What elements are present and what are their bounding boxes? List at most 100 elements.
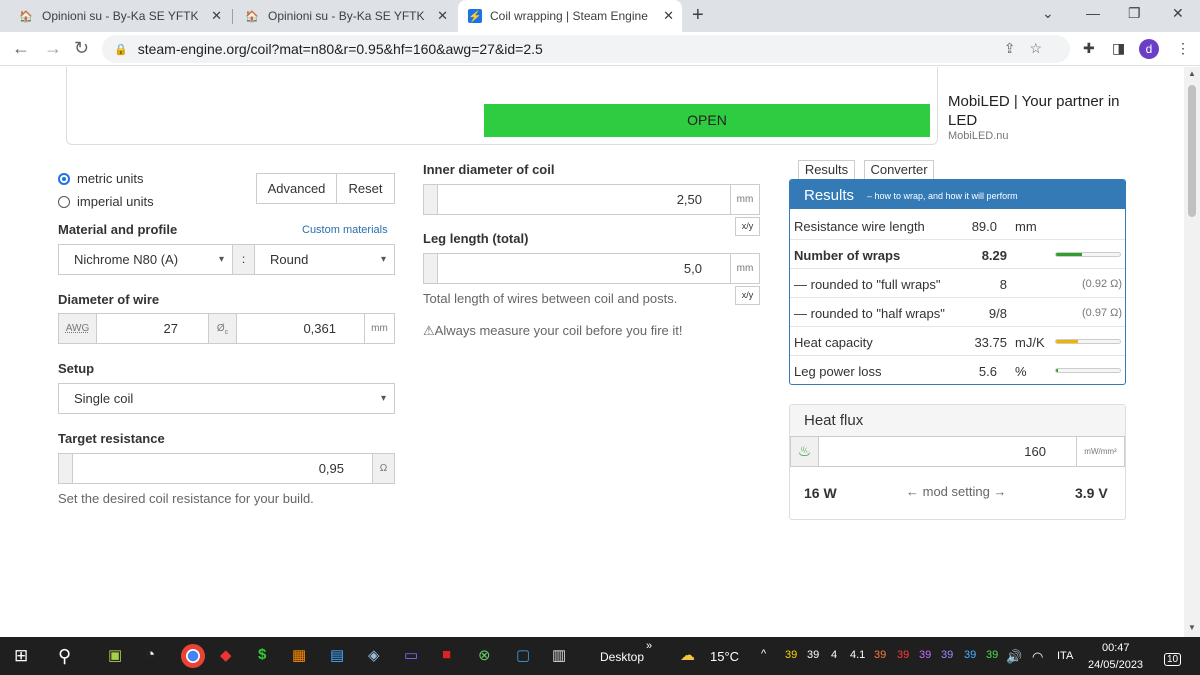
wire-diameter-input[interactable]: 0,361	[236, 313, 365, 344]
advanced-button[interactable]: Advanced	[256, 173, 337, 204]
close-tab-icon[interactable]: ✕	[211, 8, 222, 24]
target-slider-handle[interactable]	[58, 453, 73, 484]
lock-icon: 🔒	[114, 43, 128, 56]
speedometer-icon[interactable]: ◔	[146, 646, 155, 663]
setup-heading: Setup	[58, 361, 95, 376]
maximize-icon[interactable]: ❐	[1128, 5, 1141, 22]
imperial-units-label[interactable]: imperial units	[77, 194, 154, 209]
tray-num[interactable]: 39	[986, 649, 998, 661]
warning-text: Always measure your coil before you fire…	[434, 323, 683, 338]
windows-start-icon[interactable]: ⊞	[14, 646, 28, 666]
close-tab-icon[interactable]: ✕	[663, 8, 674, 24]
tray-num[interactable]: 4	[831, 649, 837, 661]
window-app-icon[interactable]: ▢	[516, 646, 530, 664]
awg-input[interactable]: 27	[96, 313, 209, 344]
close-tab-icon[interactable]: ✕	[437, 8, 448, 24]
tab-search-icon[interactable]: ⌄	[1042, 5, 1054, 22]
leg-length-ratio-button[interactable]: x/y	[735, 286, 760, 305]
side-panel-icon[interactable]: ◨	[1112, 40, 1125, 57]
wifi-icon[interactable]: ◠	[1032, 649, 1043, 665]
browser-tab-3-active[interactable]: ⚡ Coil wrapping | Steam Engine | fre ✕	[458, 0, 682, 32]
profile-avatar[interactable]: d	[1139, 39, 1159, 59]
material-select[interactable]: Nichrome N80 (A) ▾	[58, 244, 233, 275]
inner-diameter-unit: mm	[730, 184, 760, 215]
scroll-down-icon[interactable]: ▼	[1188, 623, 1196, 632]
clock-time[interactable]: 00:47	[1102, 642, 1130, 654]
share-bookmark-icons[interactable]: ⇪☆	[1004, 40, 1056, 57]
profile-select[interactable]: Round ▾	[254, 244, 395, 275]
browser-tab-2[interactable]: 🏠 Opinioni su - By-Ka SE YFTK E SX ✕	[234, 0, 456, 32]
files-app-icon[interactable]: ▥	[552, 646, 566, 664]
target-resistance-input[interactable]: 0,95	[72, 453, 373, 484]
heat-flux-input[interactable]: 160	[818, 436, 1077, 467]
notification-badge[interactable]: 10	[1164, 653, 1182, 666]
menu-kebab-icon[interactable]: ⋮	[1176, 40, 1190, 57]
imperial-units-radio[interactable]	[58, 196, 70, 208]
inner-diameter-ratio-button[interactable]: x/y	[735, 217, 760, 236]
new-tab-icon[interactable]: +	[692, 4, 704, 27]
reset-button[interactable]: Reset	[336, 173, 395, 204]
ad-side-title[interactable]: MobiLED | Your partner in LED	[948, 92, 1128, 130]
result-unit: mm	[1015, 219, 1037, 234]
weather-icon[interactable]: ☁	[680, 646, 695, 664]
chevron-down-icon: ▾	[380, 254, 386, 265]
tray-num[interactable]: 4.1	[850, 649, 865, 661]
tray-num[interactable]: 39	[874, 649, 886, 661]
office-app-icon[interactable]: ▦	[292, 646, 306, 664]
browser-tab-1[interactable]: 🏠 Opinioni su - By-Ka SE YFTK E SX ✕	[8, 0, 230, 32]
tray-expand-icon[interactable]: ^	[761, 648, 766, 660]
chrome-icon[interactable]	[181, 644, 205, 668]
temperature[interactable]: 15°C	[710, 649, 739, 664]
clock-date[interactable]: 24/05/2023	[1088, 659, 1143, 671]
scroll-thumb[interactable]	[1188, 85, 1196, 217]
setup-select[interactable]: Single coil ▾	[58, 383, 395, 414]
leg-length-input[interactable]: 5,0	[437, 253, 731, 284]
scroll-up-icon[interactable]: ▲	[1188, 69, 1196, 78]
ad-side-url[interactable]: MobiLED.nu	[948, 130, 1009, 142]
wraps-bar	[1055, 252, 1121, 257]
reload-icon[interactable]: ↻	[74, 38, 89, 59]
desktop-toolbar-label[interactable]: Desktop	[600, 650, 644, 664]
search-icon[interactable]: ⚲	[58, 646, 71, 667]
inner-diameter-slider-handle[interactable]	[423, 184, 438, 215]
wire-diameter-unit: mm	[364, 313, 395, 344]
result-value: 8.29	[981, 248, 1007, 263]
toolbar-expand-icon[interactable]: »	[646, 640, 652, 652]
ad-open-button[interactable]: OPEN	[484, 104, 930, 137]
money-app-icon[interactable]: $	[258, 646, 266, 663]
mod-setting-label: ← mod setting →	[906, 484, 1007, 499]
url-text[interactable]: steam-engine.org/coil?mat=n80&r=0.95&hf=…	[138, 41, 543, 57]
minimize-icon[interactable]: —	[1086, 5, 1100, 21]
metric-units-radio[interactable]	[58, 173, 70, 185]
desktop-app-icon[interactable]: ▣	[108, 646, 122, 664]
inner-diameter-input[interactable]: 2,50	[437, 184, 731, 215]
forward-icon[interactable]: →	[44, 38, 62, 59]
calculator-app-icon[interactable]: ▤	[330, 646, 344, 664]
tray-num[interactable]: 39	[964, 649, 976, 661]
back-icon[interactable]: ←	[12, 38, 30, 59]
tray-num[interactable]: 39	[919, 649, 931, 661]
red-app-icon[interactable]: ■	[442, 646, 451, 663]
chevron-down-icon: ▾	[380, 393, 386, 404]
volume-icon[interactable]: 🔊	[1006, 649, 1022, 665]
game-app-icon[interactable]: ◆	[220, 646, 232, 664]
tray-num[interactable]: 39	[785, 649, 797, 661]
language-indicator[interactable]: ITA	[1057, 650, 1073, 662]
results-subtitle: – how to wrap, and how it will perform	[867, 191, 1018, 201]
omnibox[interactable]: 🔒 steam-engine.org/coil?mat=n80&r=0.95&h…	[102, 35, 1070, 63]
leg-length-slider-handle[interactable]	[423, 253, 438, 284]
tray-num[interactable]: 39	[807, 649, 819, 661]
notes-app-icon[interactable]: ◈	[368, 646, 380, 664]
eo-app-icon[interactable]: ▭	[404, 646, 418, 664]
tray-num[interactable]: 39	[941, 649, 953, 661]
extensions-icon[interactable]: ✚	[1083, 40, 1095, 57]
xbox-icon[interactable]: ⊗	[478, 646, 491, 664]
close-window-icon[interactable]: ✕	[1172, 5, 1184, 22]
tab-results[interactable]: Results	[798, 160, 855, 180]
tray-num[interactable]: 39	[897, 649, 909, 661]
tab-converter[interactable]: Converter	[864, 160, 934, 180]
power-value: 16 W	[804, 485, 837, 501]
page-scrollbar[interactable]: ▲ ▼	[1184, 67, 1200, 637]
metric-units-label[interactable]: metric units	[77, 171, 143, 186]
custom-materials-link[interactable]: Custom materials	[302, 224, 388, 236]
